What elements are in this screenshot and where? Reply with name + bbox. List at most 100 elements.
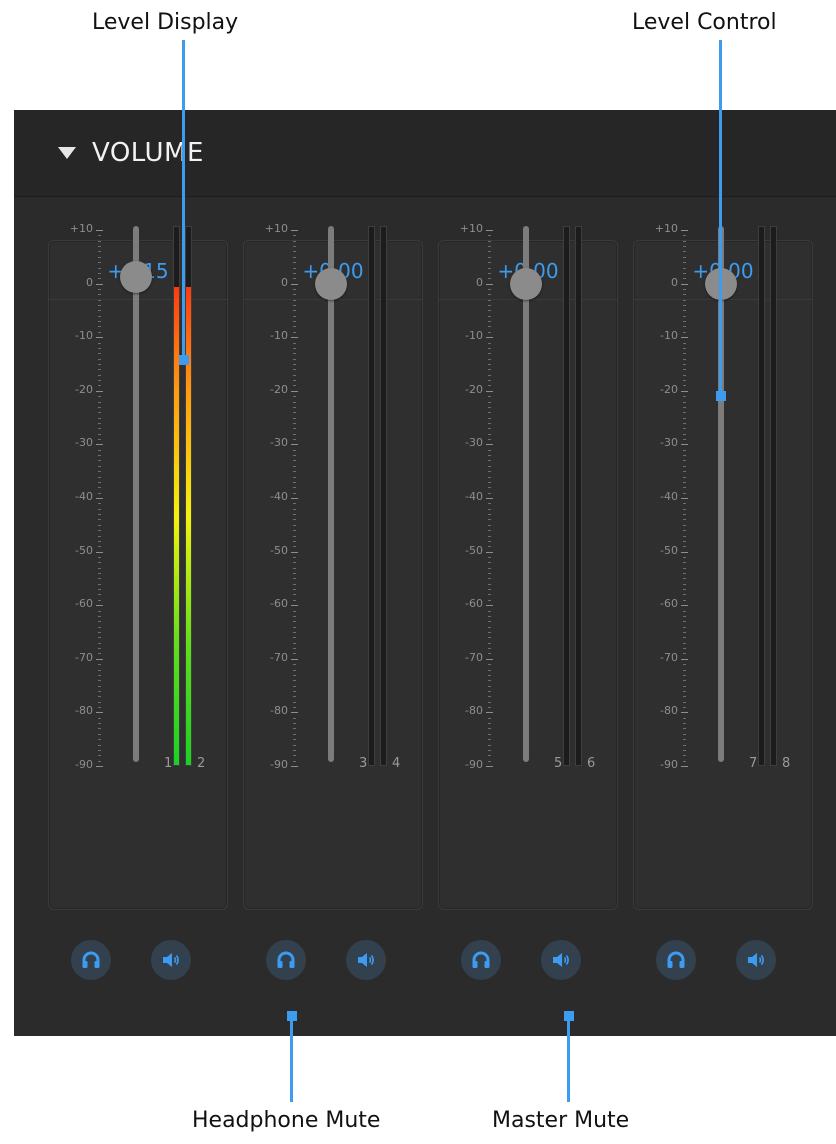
db-scale-major-tick <box>291 337 298 339</box>
db-scale-minor-tick <box>488 288 491 290</box>
db-scale-minor-tick <box>683 503 686 505</box>
db-scale-minor-tick <box>98 690 101 692</box>
db-scale-minor-tick <box>98 664 101 666</box>
db-scale-minor-tick <box>98 578 101 580</box>
db-scale-minor-tick <box>293 433 296 435</box>
db-scale-minor-tick <box>293 401 296 403</box>
headphone-mute-button[interactable] <box>656 940 696 980</box>
db-scale-minor-tick <box>683 599 686 601</box>
db-scale-minor-tick <box>683 535 686 537</box>
db-scale-minor-tick <box>683 278 686 280</box>
db-scale-minor-tick <box>98 487 101 489</box>
db-scale-minor-tick <box>488 240 491 242</box>
db-scale-minor-tick <box>293 760 296 762</box>
db-scale-minor-tick <box>98 326 101 328</box>
headphone-mute-button[interactable] <box>461 940 501 980</box>
channel-strip: +0.00+100-10-20-30-40-50-60-70-80-9034 <box>243 222 423 910</box>
db-scale-minor-tick <box>98 342 101 344</box>
db-scale-minor-tick <box>98 492 101 494</box>
db-scale-minor-tick <box>293 546 296 548</box>
channel-strip: +0.00+100-10-20-30-40-50-60-70-80-9078 <box>633 222 813 910</box>
db-scale-minor-tick <box>683 476 686 478</box>
db-scale-minor-tick <box>488 433 491 435</box>
db-scale-minor-tick <box>98 733 101 735</box>
db-scale-minor-tick <box>683 696 686 698</box>
db-scale-minor-tick <box>293 353 296 355</box>
db-scale-minor-tick <box>488 626 491 628</box>
db-scale-minor-tick <box>683 406 686 408</box>
callout-headphone-mute: Headphone Mute <box>192 1108 381 1133</box>
db-scale-minor-tick <box>683 449 686 451</box>
db-scale-label: -70 <box>465 650 483 664</box>
db-scale-minor-tick <box>98 707 101 709</box>
db-scale-minor-tick <box>293 556 296 558</box>
db-scale-label: -40 <box>465 490 483 503</box>
db-scale-minor-tick <box>98 305 101 307</box>
db-scale-minor-tick <box>293 642 296 644</box>
db-scale-major-tick <box>291 766 298 767</box>
db-scale-minor-tick <box>488 251 491 253</box>
db-scale-minor-tick <box>683 578 686 580</box>
db-scale-minor-tick <box>293 465 296 467</box>
db-scale-minor-tick <box>98 428 101 430</box>
db-scale-minor-tick <box>98 556 101 558</box>
db-scale-major-tick <box>291 444 298 446</box>
db-scale-minor-tick <box>488 546 491 548</box>
fader-track[interactable] <box>133 226 139 762</box>
db-scale-minor-tick <box>683 487 686 489</box>
fader-knob[interactable] <box>315 267 347 300</box>
db-scale-minor-tick <box>98 369 101 371</box>
db-scale-minor-tick <box>488 690 491 692</box>
meter-right <box>575 226 582 766</box>
db-scale-minor-tick <box>98 433 101 435</box>
db-scale-minor-tick <box>488 723 491 725</box>
db-scale-minor-tick <box>683 723 686 725</box>
db-scale-label: -30 <box>270 436 288 450</box>
db-scale-minor-tick <box>488 524 491 526</box>
db-scale-major-tick <box>486 551 493 553</box>
db-scale-minor-tick <box>98 653 101 655</box>
db-scale-minor-tick <box>293 562 296 564</box>
callout-master-mute: Master Mute <box>492 1108 630 1133</box>
db-scale-major-tick <box>291 658 298 660</box>
db-scale-major-tick <box>486 766 493 767</box>
panel-title: VOLUME <box>92 138 204 168</box>
db-scale-minor-tick <box>488 256 491 258</box>
fader-track[interactable] <box>328 226 334 762</box>
db-scale-minor-tick <box>98 573 101 575</box>
db-scale-major-tick <box>681 337 688 339</box>
triangle-down-icon[interactable] <box>58 147 76 159</box>
db-scale-minor-tick <box>98 530 101 532</box>
db-scale-minor-tick <box>488 589 491 591</box>
master-mute-button[interactable] <box>736 940 776 980</box>
fader-knob[interactable] <box>510 267 542 300</box>
fader-track[interactable] <box>523 226 529 762</box>
db-scale-label: +10 <box>459 222 483 235</box>
headphone-mute-button[interactable] <box>266 940 306 980</box>
db-scale-label: -90 <box>660 758 678 771</box>
db-scale-minor-tick <box>98 358 101 360</box>
master-mute-button[interactable] <box>151 940 191 980</box>
db-scale-minor-tick <box>683 637 686 639</box>
master-mute-button[interactable] <box>346 940 386 980</box>
db-scale-minor-tick <box>293 664 296 666</box>
db-scale-minor-tick <box>683 299 686 301</box>
db-scale-minor-tick <box>293 653 296 655</box>
db-scale-minor-tick <box>98 401 101 403</box>
db-scale-minor-tick <box>293 690 296 692</box>
db-scale-minor-tick <box>293 540 296 542</box>
db-scale-minor-tick <box>488 599 491 601</box>
db-scale-minor-tick <box>293 755 296 757</box>
db-scale-minor-tick <box>488 342 491 344</box>
db-scale-minor-tick <box>488 428 491 430</box>
db-scale-minor-tick <box>98 744 101 746</box>
master-mute-button[interactable] <box>541 940 581 980</box>
panel-header[interactable]: VOLUME <box>14 110 836 197</box>
db-scale-label: -10 <box>660 329 678 343</box>
meter-right <box>380 226 387 766</box>
db-scale-major-tick <box>96 766 103 767</box>
db-scale-minor-tick <box>98 701 101 703</box>
db-scale-minor-tick <box>488 492 491 494</box>
meter-channel-number: 1 <box>164 756 173 771</box>
headphone-mute-button[interactable] <box>71 940 111 980</box>
